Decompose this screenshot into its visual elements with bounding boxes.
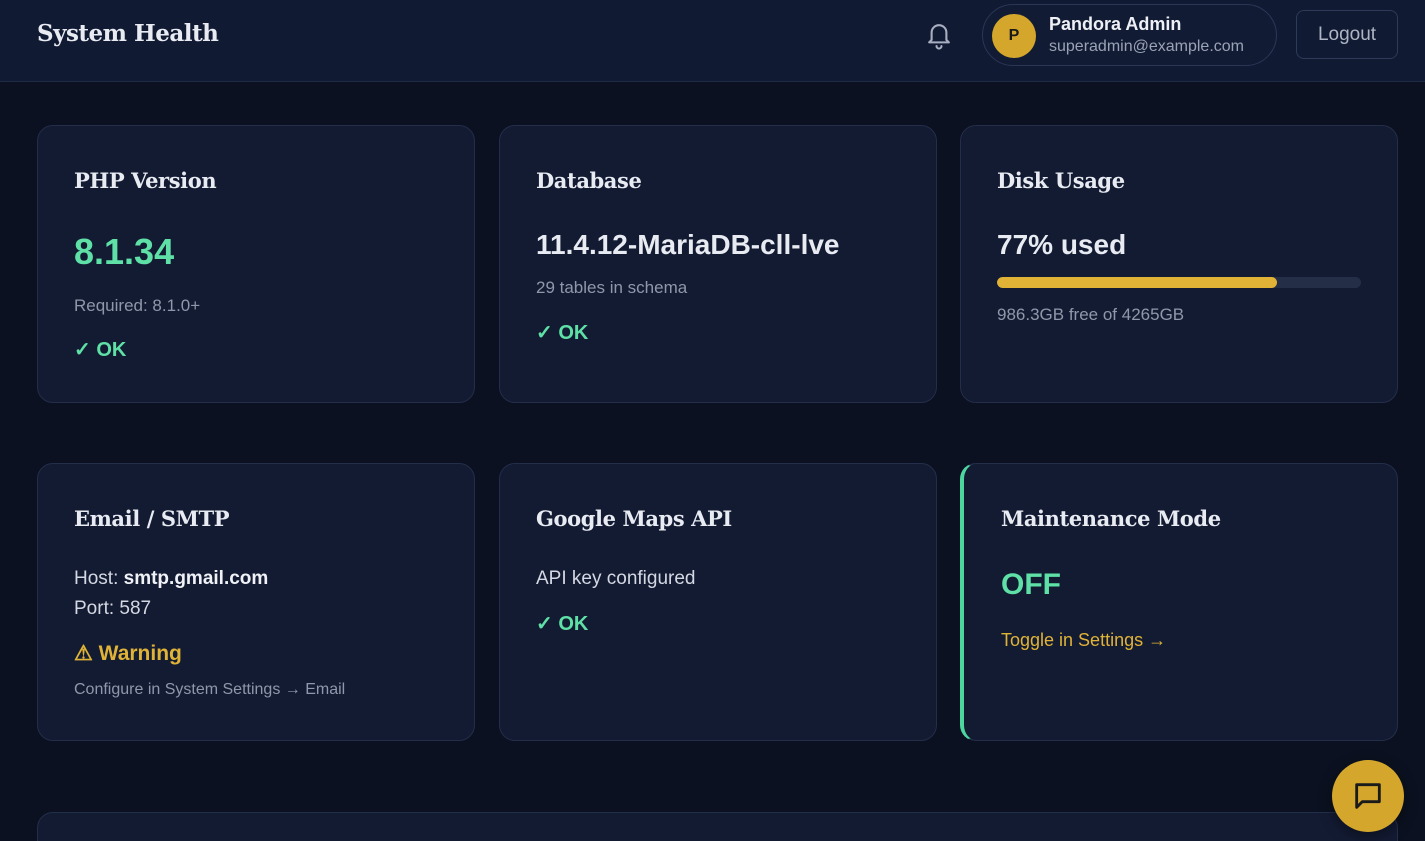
bell-icon	[928, 24, 950, 50]
disk-usage-progress-fill	[997, 277, 1278, 288]
status-badge: ✓ OK	[536, 322, 589, 344]
card-title: Disk Usage	[997, 168, 1125, 193]
user-name: Pandora Admin	[1049, 14, 1182, 34]
smtp-host-value: smtp.gmail.com	[123, 568, 269, 589]
bottom-card	[37, 812, 1398, 841]
status-badge: ✓ OK	[536, 613, 589, 635]
user-email: superadmin@example.com	[1049, 38, 1244, 55]
email-smtp-card: Email / SMTP Host: smtp.gmail.com Port: …	[37, 463, 475, 741]
maps-api-detail: API key configured	[536, 568, 696, 589]
user-menu[interactable]: P Pandora Admin superadmin@example.com	[982, 4, 1277, 66]
smtp-host-label: Host:	[74, 568, 119, 589]
chat-icon	[1355, 783, 1381, 809]
php-version-value: 8.1.34	[74, 231, 175, 272]
status-badge: ⚠ Warning	[74, 642, 182, 665]
top-bar: System Health P Pandora Admin superadmin…	[0, 0, 1425, 82]
database-card: Database 11.4.12-MariaDB-cll-lve 29 tabl…	[499, 125, 937, 403]
maintenance-status: OFF	[1001, 568, 1061, 601]
php-version-card: PHP Version 8.1.34 Required: 8.1.0+ ✓ OK	[37, 125, 475, 403]
php-required: Required: 8.1.0+	[74, 296, 201, 315]
toggle-settings-link[interactable]: Toggle in Settings →	[1001, 630, 1166, 651]
status-badge: ✓ OK	[74, 339, 127, 361]
card-title: Maintenance Mode	[1001, 506, 1221, 531]
notifications-button[interactable]	[922, 18, 956, 52]
card-title: PHP Version	[74, 168, 217, 193]
database-version: 11.4.12-MariaDB-cll-lve	[536, 229, 840, 260]
card-title: Email / SMTP	[74, 506, 230, 531]
page-title: System Health	[37, 20, 219, 47]
card-title: Google Maps API	[536, 506, 732, 531]
smtp-host: Host: smtp.gmail.com	[74, 568, 268, 590]
google-maps-card: Google Maps API API key configured ✓ OK	[499, 463, 937, 741]
smtp-port: Port: 587	[74, 598, 152, 619]
disk-usage-value: 77% used	[997, 229, 1127, 260]
maintenance-mode-card: Maintenance Mode OFF Toggle in Settings …	[960, 463, 1398, 741]
avatar: P	[992, 14, 1036, 58]
database-tables: 29 tables in schema	[536, 278, 688, 297]
chat-button[interactable]	[1332, 760, 1404, 832]
disk-usage-progress	[997, 277, 1361, 288]
smtp-hint: Configure in System Settings → Email	[74, 681, 346, 698]
card-title: Database	[536, 168, 642, 193]
disk-usage-card: Disk Usage 77% used 986.3GB free of 4265…	[960, 125, 1398, 403]
logout-button[interactable]: Logout	[1296, 10, 1398, 59]
disk-free: 986.3GB free of 4265GB	[997, 305, 1185, 324]
